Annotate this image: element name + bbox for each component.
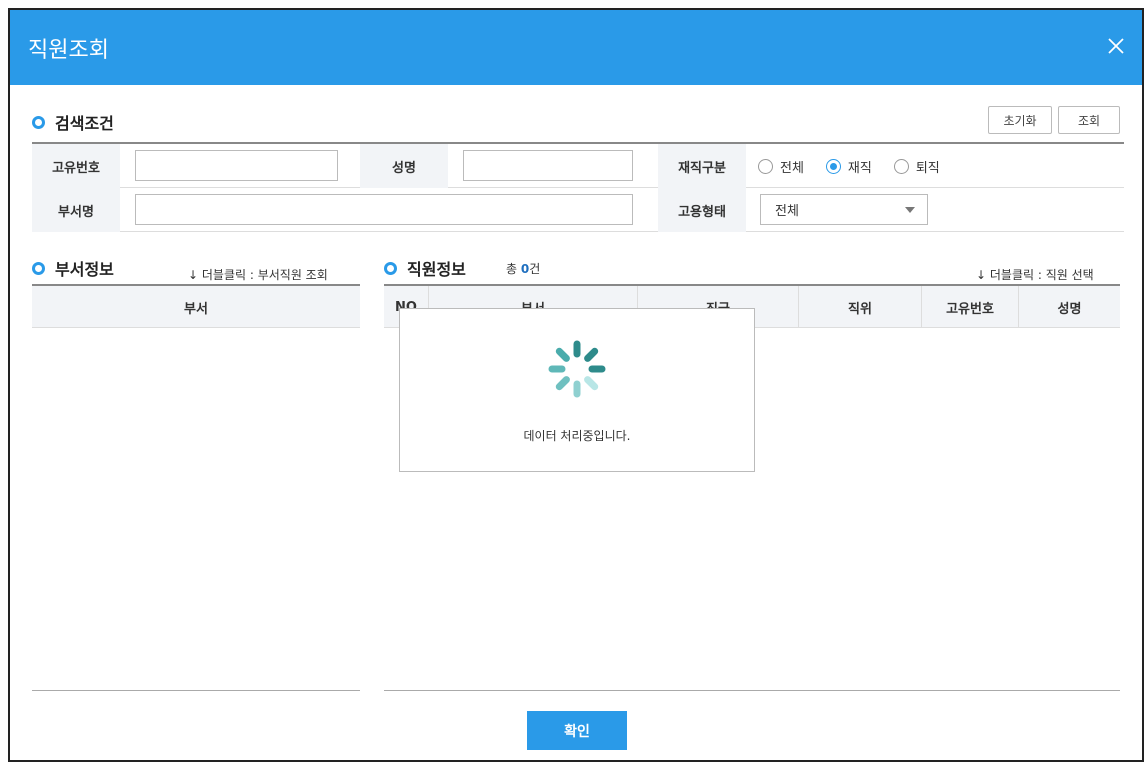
reset-button[interactable]: 초기화 (988, 106, 1052, 134)
search-form: 고유번호 성명 재직구분 전체 재직 퇴직 부서명 고용형태 전체 (32, 142, 1124, 232)
dept-hint: ↓ 더블클릭 : 부서직원 조회 (188, 268, 328, 282)
status-radio-group: 전체 재직 퇴직 (758, 144, 962, 188)
status-radio-retired[interactable]: 퇴직 (893, 157, 940, 176)
dept-panel-title: 부서정보 (55, 260, 114, 279)
status-option-label: 퇴직 (915, 160, 940, 176)
emp-grid-bottom (384, 690, 1120, 691)
radio-circle-icon (893, 158, 909, 174)
search-form-row-2: 부서명 고용형태 전체 (32, 188, 1124, 232)
employee-search-dialog: 직원조회 검색조건 초기화 조회 고유번호 성명 재직구분 전체 재직 퇴직 부… (8, 8, 1144, 762)
emp-type-value: 전체 (775, 204, 799, 219)
emp-column-id[interactable]: 고유번호 (922, 286, 1019, 328)
section-bullet-icon (32, 261, 45, 275)
dialog-titlebar: 직원조회 (10, 10, 1142, 85)
emp-hint: ↓ 더블클릭 : 직원 선택 (976, 268, 1094, 282)
status-option-label: 전체 (780, 160, 804, 176)
emp-column-position[interactable]: 직위 (799, 286, 922, 328)
loading-popup: 데이터 처리중입니다. (399, 308, 755, 472)
name-input[interactable] (463, 150, 633, 181)
emp-count-suffix: 건 (529, 262, 541, 276)
emp-panel-title: 직원정보 (407, 260, 466, 279)
search-conditions-heading: 검색조건 (32, 110, 114, 134)
search-form-row-1: 고유번호 성명 재직구분 전체 재직 퇴직 (32, 144, 1124, 188)
chevron-down-icon (905, 207, 915, 213)
status-label: 재직구분 (658, 144, 746, 188)
loading-spinner-icon (548, 340, 606, 398)
section-bullet-icon (32, 115, 45, 129)
dept-label: 부서명 (32, 188, 120, 232)
loading-message: 데이터 처리중입니다. (523, 429, 631, 443)
id-input[interactable] (135, 150, 338, 181)
dept-column-header[interactable]: 부서 (32, 286, 360, 328)
search-conditions-title: 검색조건 (55, 114, 114, 133)
emp-count: 총 0건 (506, 260, 540, 277)
section-bullet-icon (384, 261, 397, 275)
emp-type-select[interactable]: 전체 (760, 194, 928, 225)
confirm-button[interactable]: 확인 (527, 711, 627, 750)
emp-panel-heading: 직원정보 (384, 256, 466, 280)
dept-input[interactable] (135, 194, 633, 225)
dept-grid-bottom (32, 690, 360, 691)
emp-count-prefix: 총 (506, 262, 521, 276)
status-radio-employed[interactable]: 재직 (825, 157, 872, 176)
emp-column-name[interactable]: 성명 (1019, 286, 1120, 328)
dept-grid-header: 부서 (32, 284, 360, 328)
dept-panel-heading: 부서정보 (32, 256, 114, 280)
status-radio-all[interactable]: 전체 (758, 157, 804, 176)
radio-circle-icon (758, 158, 773, 174)
emp-type-label: 고용형태 (658, 188, 746, 232)
search-button[interactable]: 조회 (1058, 106, 1120, 134)
radio-selected-icon (825, 158, 841, 174)
emp-count-value: 0 (520, 262, 530, 276)
close-icon[interactable] (1102, 32, 1130, 60)
name-label: 성명 (360, 144, 448, 188)
dialog-title: 직원조회 (28, 38, 109, 63)
id-label: 고유번호 (32, 144, 120, 188)
status-option-label: 재직 (847, 160, 872, 176)
